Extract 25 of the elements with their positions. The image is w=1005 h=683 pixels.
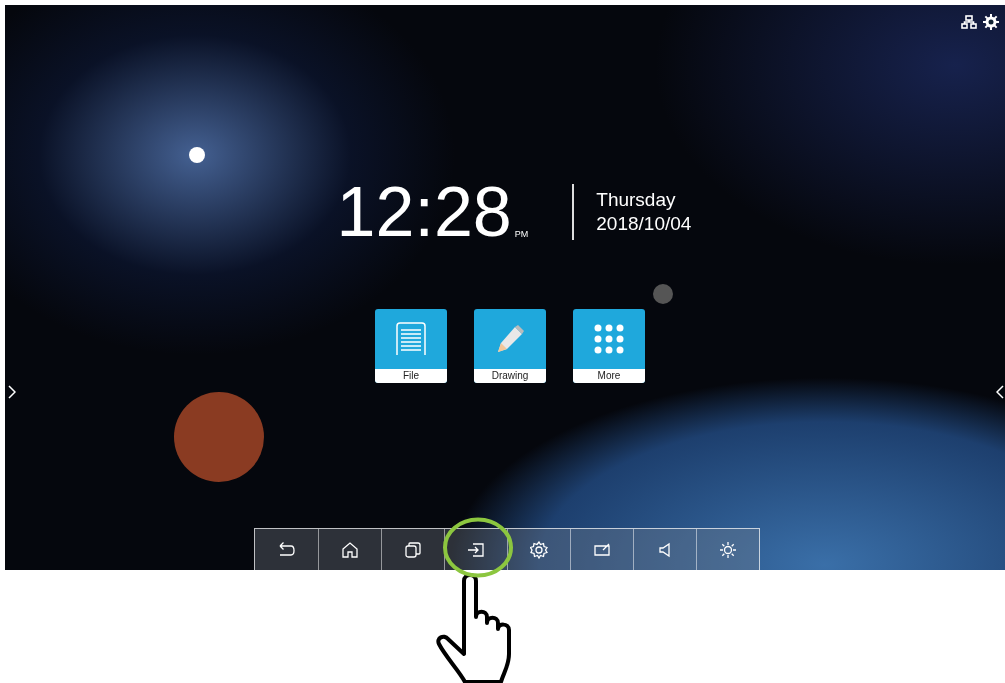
app-tile[interactable]: More <box>573 309 645 383</box>
grid-icon <box>593 323 625 355</box>
network-icon[interactable] <box>961 15 977 29</box>
sun-icon <box>719 540 737 559</box>
app-label: File <box>375 369 447 383</box>
chevron-right-icon[interactable] <box>8 385 16 399</box>
date-label: 2018/10/04 <box>596 212 692 236</box>
settings-icon <box>530 540 548 559</box>
chevron-left-icon[interactable] <box>996 385 1004 399</box>
settings-icon[interactable] <box>983 14 999 30</box>
star-drawing <box>189 147 205 163</box>
document-icon <box>395 322 427 356</box>
clock-meridiem: PM <box>514 227 529 241</box>
app-tile[interactable]: File <box>375 309 447 383</box>
app-label: More <box>573 369 645 383</box>
windows-icon <box>404 540 422 559</box>
weekday-label: Thursday <box>596 188 677 212</box>
app-tile[interactable]: Drawing <box>474 309 546 383</box>
input-icon <box>467 540 485 559</box>
back-icon <box>277 540 296 559</box>
pencil-icon <box>495 324 525 354</box>
app-label: Drawing <box>474 369 546 383</box>
clock-time: 12:28 <box>336 177 512 247</box>
home-icon <box>341 540 359 559</box>
moon-drawing <box>653 284 673 304</box>
